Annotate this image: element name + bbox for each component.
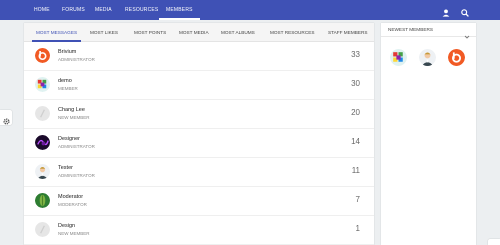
top-nav-bar: HOME FORUMS MEDIA RESOURCES MEMBERS <box>0 0 500 20</box>
member-role: ADMINISTRATOR <box>58 144 95 149</box>
member-name[interactable]: Brivium <box>58 49 76 55</box>
nav-members[interactable]: MEMBERS <box>159 0 200 20</box>
tab-most-points[interactable]: MOST POINTS <box>134 23 166 42</box>
member-row[interactable]: Chang Lee NEW MEMBER 20 <box>24 100 374 129</box>
message-count: 14 <box>351 137 360 146</box>
members-panel: MOST MESSAGES MOST LIKES MOST POINTS MOS… <box>24 23 374 245</box>
newest-member-avatar[interactable] <box>448 49 465 66</box>
message-count: 20 <box>351 108 360 117</box>
member-row[interactable]: Moderator MODERATOR 7 <box>24 187 374 216</box>
scroll-top-button[interactable] <box>488 239 500 245</box>
newest-member-avatar[interactable] <box>390 49 407 66</box>
member-role: ADMINISTRATOR <box>58 57 95 62</box>
message-count: 1 <box>355 224 360 233</box>
member-row[interactable]: Designer ADMINISTRATOR 14 <box>24 129 374 158</box>
member-name[interactable]: Tester <box>58 165 73 171</box>
message-count: 33 <box>351 50 360 59</box>
member-row[interactable]: Brivium ADMINISTRATOR 33 <box>24 42 374 71</box>
chevron-down-icon[interactable] <box>464 27 470 39</box>
message-count: 30 <box>351 79 360 88</box>
style-chooser-tab[interactable] <box>0 110 12 125</box>
member-avatar[interactable] <box>35 193 50 208</box>
newest-members-block: NEWEST MEMBERS <box>381 23 476 245</box>
member-role: NEW MEMBER <box>58 115 90 120</box>
message-count: 11 <box>351 166 360 175</box>
tab-staff-members[interactable]: STAFF MEMBERS <box>328 23 368 42</box>
member-avatar[interactable] <box>35 164 50 179</box>
member-name[interactable]: Chang Lee <box>58 107 85 113</box>
member-role: ADMINISTRATOR <box>58 173 95 178</box>
member-name[interactable]: Designer <box>58 136 80 142</box>
tab-most-albums[interactable]: MOST ALBUMS <box>221 23 255 42</box>
member-row[interactable]: demo MEMBER 30 <box>24 71 374 100</box>
member-row[interactable]: Tester ADMINISTRATOR 11 <box>24 158 374 187</box>
member-role: MODERATOR <box>58 202 87 207</box>
nav-media[interactable]: MEDIA <box>95 0 112 20</box>
member-avatar[interactable] <box>35 135 50 150</box>
tab-most-messages[interactable]: MOST MESSAGES <box>31 23 82 42</box>
tab-most-likes[interactable]: MOST LIKES <box>90 23 118 42</box>
member-avatar[interactable] <box>35 222 50 237</box>
newest-member-avatar[interactable] <box>419 49 436 66</box>
gear-icon[interactable] <box>2 113 11 125</box>
newest-members-title: NEWEST MEMBERS <box>388 27 433 32</box>
tab-most-media[interactable]: MOST MEDIA <box>179 23 209 42</box>
user-icon[interactable] <box>441 5 451 17</box>
member-role: NEW MEMBER <box>58 231 90 236</box>
member-name[interactable]: Design <box>58 223 75 229</box>
member-tabs: MOST MESSAGES MOST LIKES MOST POINTS MOS… <box>24 23 374 42</box>
member-name[interactable]: Moderator <box>58 194 83 200</box>
member-name[interactable]: demo <box>58 78 72 84</box>
newest-members-header[interactable]: NEWEST MEMBERS <box>381 23 476 39</box>
tab-most-resources[interactable]: MOST RESOURCES <box>270 23 314 42</box>
nav-home[interactable]: HOME <box>34 0 50 20</box>
search-icon[interactable] <box>460 5 470 17</box>
member-avatar[interactable] <box>35 48 50 63</box>
member-avatar[interactable] <box>35 77 50 92</box>
message-count: 7 <box>355 195 360 204</box>
member-avatar[interactable] <box>35 106 50 121</box>
nav-resources[interactable]: RESOURCES <box>125 0 158 20</box>
member-role: MEMBER <box>58 86 78 91</box>
nav-forums[interactable]: FORUMS <box>62 0 85 20</box>
member-row[interactable]: Design NEW MEMBER 1 <box>24 216 374 245</box>
